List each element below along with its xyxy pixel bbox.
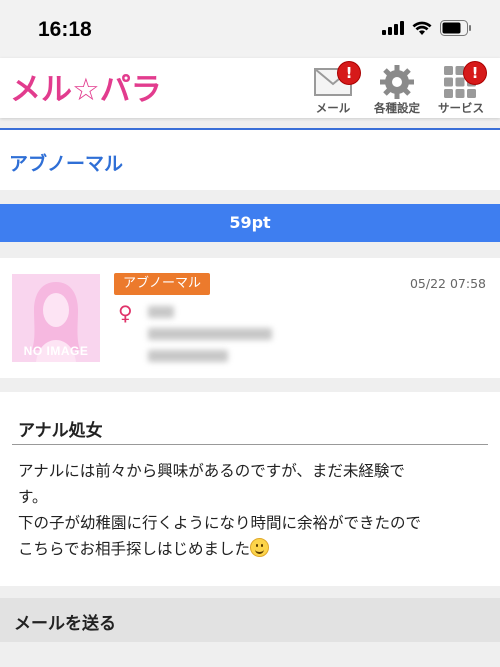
signal-icon (382, 21, 404, 35)
services-label: サービス (438, 101, 484, 115)
blurred-profile-info-2 (148, 350, 228, 362)
post-line-1: アナルには前々から興味があるのですが、まだ未経験で (18, 462, 405, 480)
post-line-4-wrap: こちらでお相手探しはじめました (18, 536, 484, 562)
post-date: 05/22 07:58 (409, 276, 486, 291)
mail-button[interactable]: ! メール (298, 62, 368, 118)
settings-button[interactable]: 各種設定 (362, 62, 432, 118)
mail-label: メール (315, 101, 351, 115)
send-mail-label: メールを送る (14, 614, 116, 634)
mail-alert-badge: ! (338, 62, 360, 84)
post-divider (12, 444, 488, 445)
blurred-profile-info-1 (148, 328, 272, 340)
category-title: アブノーマル (9, 153, 124, 175)
post-line-2: す。 (18, 488, 48, 506)
avatar[interactable]: NO IMAGE (12, 274, 100, 362)
points-bar: 59pt (0, 204, 500, 242)
services-button[interactable]: ! サービス (426, 62, 496, 118)
status-bar: 16:18 (0, 0, 500, 58)
blurred-username (148, 306, 174, 318)
battery-icon (440, 20, 471, 36)
post-line-4: こちらでお相手探しはじめました (18, 540, 251, 558)
app-header: メル☆パラ ! メール 各種設定 ! サービス (0, 58, 500, 118)
status-icons (382, 20, 472, 36)
post-body: アナルには前々から興味があるのですが、まだ未経験で す。 下の子が幼稚園に行くよ… (18, 458, 484, 562)
female-icon: ♀ (118, 301, 133, 325)
gear-icon (380, 65, 414, 99)
logo[interactable]: メル☆パラ (8, 64, 168, 114)
wifi-icon (412, 21, 432, 35)
no-image-label: NO IMAGE (23, 344, 89, 358)
services-alert-badge: ! (464, 62, 486, 84)
settings-label: 各種設定 (374, 101, 420, 115)
post-title: アナル処女 (18, 421, 103, 441)
smile-emoji-icon (250, 538, 270, 557)
logo-text: メル☆パラ (10, 72, 162, 108)
logo-image: メル☆パラ (9, 71, 162, 109)
post-line-3: 下の子が幼稚園に行くようになり時間に余裕ができたので (18, 514, 422, 532)
status-time: 16:18 (38, 18, 92, 41)
category-badge: アブノーマル (114, 273, 210, 295)
